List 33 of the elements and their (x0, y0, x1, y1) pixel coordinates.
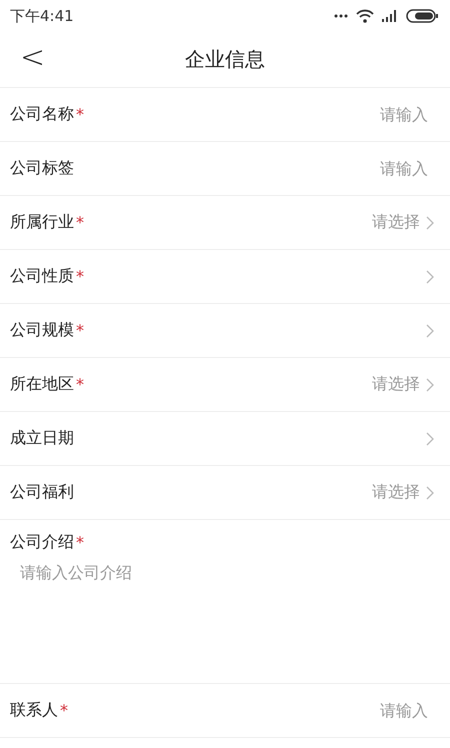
signal-icon (382, 10, 398, 22)
back-button[interactable]: < (14, 40, 52, 75)
chevron-right-icon[interactable] (426, 324, 434, 338)
chevron-right-icon[interactable] (426, 486, 434, 500)
field-label: 公司介绍 (10, 532, 74, 553)
required-mark: * (76, 267, 84, 286)
required-mark: * (76, 533, 84, 552)
select-placeholder[interactable]: 请选择 (372, 482, 420, 503)
chevron-right-icon[interactable] (426, 378, 434, 392)
required-mark: * (76, 213, 84, 232)
field-label: 公司标签 (10, 158, 74, 179)
wifi-icon (356, 9, 374, 23)
page-title: 企业信息 (185, 46, 265, 73)
more-dots-icon (334, 14, 348, 18)
chevron-right-icon[interactable] (426, 432, 434, 446)
required-mark: * (60, 701, 68, 720)
field-label: 公司福利 (10, 482, 74, 503)
select-placeholder[interactable]: 请选择 (372, 212, 420, 233)
field-label: 公司规模 (10, 320, 74, 341)
battery-icon (406, 9, 438, 23)
field-label: 所属行业 (10, 212, 74, 233)
required-mark: * (76, 105, 84, 124)
chevron-right-icon[interactable] (426, 270, 434, 284)
required-mark: * (76, 321, 84, 340)
field-label: 公司名称 (10, 104, 74, 125)
select-placeholder[interactable]: 请选择 (372, 374, 420, 395)
field-label: 联系人 (10, 700, 58, 721)
required-mark: * (76, 375, 84, 394)
field-label: 公司性质 (10, 266, 74, 287)
field-label: 成立日期 (10, 428, 74, 449)
field-label: 所在地区 (10, 374, 74, 395)
chevron-right-icon[interactable] (426, 216, 434, 230)
status-time: 下午4:41 (10, 6, 74, 26)
